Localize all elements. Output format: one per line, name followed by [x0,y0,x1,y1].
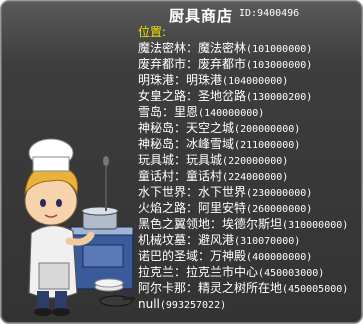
location-separator: ： [186,57,199,71]
shop-info-window: 厨具商店 ID:9400496 位置: 魔法密林：魔法密林(101000000)… [0,0,363,324]
location-region: 阿尔卡那 [138,281,187,295]
location-separator: ： [174,265,187,279]
location-row: 废弃都市：废弃都市(103000000) [138,56,348,72]
location-separator: ： [198,249,211,263]
location-place: 拉克兰市中心 [186,265,259,279]
location-place: 水下世界 [198,185,247,199]
location-region: null [138,297,160,311]
location-region: 黑色之翼领地 [138,217,211,231]
location-place: 里恩 [174,105,199,119]
location-code: (993257022) [159,300,227,311]
location-region: 废弃都市 [138,57,187,71]
location-separator: ： [186,281,199,295]
location-region: 机械坟墓 [138,233,187,247]
location-place: 阿里安特 [198,201,247,215]
location-separator: ： [186,233,199,247]
location-place: 天空之城 [186,121,235,135]
location-code: (103000000) [246,60,313,71]
location-region: 神秘岛 [138,137,175,151]
window-title: 厨具商店 [169,7,234,25]
location-place: 冰峰雪域 [186,137,235,151]
location-place: 精灵之树所在地 [198,281,283,295]
location-region: 诺巴的圣域 [138,249,199,263]
chef-npc-illustration [24,138,135,316]
location-row: 黑色之翼领地：埃德尔斯坦(310000000) [138,216,348,232]
location-region: 神秘岛 [138,121,175,135]
location-place: 魔法密林 [198,41,247,55]
location-code: (104000000) [222,76,289,87]
location-row: 水下世界：水下世界(230000000) [138,184,348,200]
location-place: 童话村 [186,169,223,183]
location-row: 明珠港：明珠港(104000000) [138,72,348,88]
location-code: (310070000) [234,236,301,247]
location-code: (230000000) [246,188,313,199]
location-separator: ： [186,201,199,215]
location-region: 拉克兰 [138,265,175,279]
location-code: (211000000) [234,140,301,151]
location-separator: ： [186,185,199,199]
location-row: 玩具城：玩具城(220000000) [138,152,348,168]
npc-id: ID:9400496 [239,8,300,19]
location-region: 童话村 [138,169,175,183]
location-row: 阿尔卡那：精灵之树所在地(450005000) [138,280,348,296]
location-row: 火焰之路：阿里安特(260000000) [138,200,348,216]
location-separator: ： [186,89,199,103]
location-code: (224000000) [222,172,289,183]
location-separator: ： [174,153,187,167]
location-code: (130000200) [246,92,313,103]
location-row: 拉克兰：拉克兰市中心(450003000) [138,264,348,280]
location-separator: ： [210,217,223,231]
location-row: 机械坟墓：避风港(310070000) [138,232,348,248]
location-row: 神秘岛：冰峰雪域(211000000) [138,136,348,152]
location-separator: ： [174,137,187,151]
location-place: 埃德尔斯坦 [222,217,283,231]
location-code: (220000000) [222,156,289,167]
location-place: 玩具城 [186,153,223,167]
location-row: 童话村：童话村(224000000) [138,168,348,184]
location-separator: ： [174,73,187,87]
location-place: 明珠港 [186,73,223,87]
location-header: 位置: [138,25,167,39]
location-row: 女皇之路：圣地岔路(130000200) [138,88,348,104]
location-separator: ： [174,169,187,183]
location-row: 神秘岛：天空之城(200000000) [138,120,348,136]
location-region: 玩具城 [138,153,175,167]
location-place: 避风港 [198,233,235,247]
location-row: null(993257022) [138,296,348,312]
location-separator: ： [162,105,175,119]
location-code: (450003000) [258,268,325,279]
location-place: 废弃都市 [198,57,247,71]
location-row: 雪岛：里恩(140000000) [138,104,348,120]
location-code: (400000000) [246,252,313,263]
location-place: 圣地岔路 [198,89,247,103]
location-region: 明珠港 [138,73,175,87]
location-code: (260000000) [246,204,313,215]
location-code: (140000000) [198,108,265,119]
location-code: (310000000) [282,220,349,231]
location-code: (200000000) [234,124,301,135]
location-region: 女皇之路 [138,89,187,103]
location-region: 魔法密林 [138,41,187,55]
location-region: 雪岛 [138,105,163,119]
location-separator: ： [174,121,187,135]
location-separator: ： [186,41,199,55]
location-row: 魔法密林：魔法密林(101000000) [138,40,348,56]
location-row: 诺巴的圣域：万神殿(400000000) [138,248,348,264]
location-code: (101000000) [246,44,313,55]
location-region: 水下世界 [138,185,187,199]
location-list: 位置: 魔法密林：魔法密林(101000000) 废弃都市：废弃都市(103000… [138,25,348,312]
location-region: 火焰之路 [138,201,187,215]
location-place: 万神殿 [210,249,247,263]
location-code: (450005000) [282,284,349,295]
